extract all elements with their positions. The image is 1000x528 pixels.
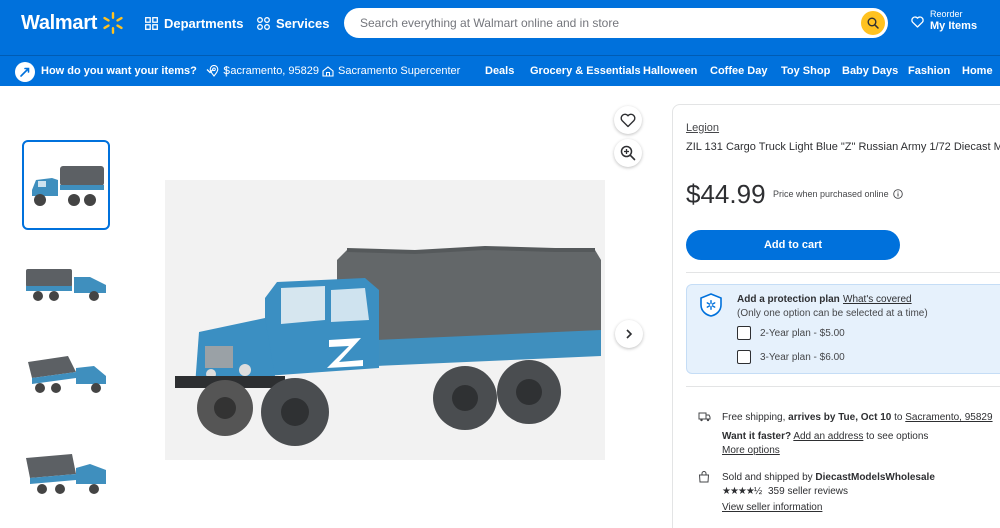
- protection-plan-subtitle: (Only one option can be selected at a ti…: [737, 308, 928, 319]
- plan-label: 2-Year plan - $5.00: [760, 327, 845, 339]
- want-it-faster-label: Want it faster?: [722, 431, 792, 442]
- free-shipping-text: Free shipping,: [722, 412, 786, 423]
- add-address-link[interactable]: Add an address: [793, 431, 863, 442]
- store-icon: [322, 65, 334, 77]
- search-input[interactable]: [360, 14, 840, 32]
- search-icon: [867, 17, 879, 29]
- thumbnail-1[interactable]: [22, 140, 110, 230]
- truck-icon: [698, 412, 711, 422]
- heart-icon: [911, 16, 924, 28]
- seller-info: Sold and shipped by DiecastModelsWholesa…: [722, 472, 935, 483]
- logo-text: Walmart: [21, 11, 98, 34]
- seller-name: DiecastModelsWholesale: [815, 472, 935, 483]
- grid-icon: [145, 17, 158, 30]
- checkbox[interactable]: [737, 350, 751, 364]
- faster-options: Want it faster? Add an address to see op…: [722, 431, 928, 442]
- services-label: Services: [276, 16, 330, 31]
- faster-suffix: to see options: [866, 431, 929, 442]
- search-bar: [344, 8, 888, 38]
- info-icon[interactable]: [892, 189, 903, 199]
- brand-link[interactable]: Legion: [686, 122, 719, 134]
- departments-button[interactable]: Departments: [145, 16, 243, 31]
- arrival-date: arrives by Tue, Oct 10: [788, 412, 892, 423]
- search-button[interactable]: [861, 11, 885, 35]
- my-items-label: My Items: [930, 20, 978, 32]
- divider: [686, 386, 1000, 387]
- delivery-prompt-text: How do you want your items?: [41, 65, 197, 77]
- store-selector[interactable]: Sacramento Supercenter: [322, 65, 460, 77]
- add-to-cart-button[interactable]: Add to cart: [686, 230, 900, 260]
- zoom-button[interactable]: [614, 139, 642, 167]
- services-icon: [257, 17, 270, 30]
- nav-link-deals[interactable]: Deals: [485, 65, 514, 77]
- delivery-icon: [15, 62, 35, 82]
- truck-rear-thumbnail-image: [28, 356, 106, 393]
- seller-reviews-count[interactable]: 359 seller reviews: [768, 486, 848, 497]
- product-title: ZIL 131 Cargo Truck Light Blue "Z" Russi…: [686, 141, 1000, 153]
- price-note-text: Price when purchased online: [773, 189, 889, 199]
- next-image-button[interactable]: [615, 320, 643, 348]
- shipping-info: Free shipping, arrives by Tue, Oct 10 to…: [722, 412, 993, 423]
- delivery-prompt[interactable]: How do you want your items? |: [41, 65, 228, 77]
- store-text: Sacramento Supercenter: [338, 65, 461, 77]
- nav-link-baby-days[interactable]: Baby Days: [842, 65, 898, 77]
- location-pin-icon: [209, 65, 219, 77]
- store-bag-icon: [698, 471, 710, 483]
- to-text: to: [894, 412, 903, 423]
- truck-angle-thumbnail-image: [26, 454, 106, 494]
- nav-link-home[interactable]: Home: [962, 65, 993, 77]
- whats-covered-link[interactable]: What's covered: [843, 294, 912, 305]
- price-note: Price when purchased online: [773, 189, 903, 199]
- thumbnail-4[interactable]: [22, 428, 110, 518]
- services-button[interactable]: Services: [257, 16, 330, 31]
- nav-link-coffee-day[interactable]: Coffee Day: [710, 65, 767, 77]
- divider: [686, 272, 1000, 273]
- plan-option-3-year[interactable]: 3-Year plan - $6.00: [737, 350, 845, 364]
- favorite-button[interactable]: [614, 106, 642, 134]
- plan-label: 3-Year plan - $6.00: [760, 351, 845, 363]
- heart-icon: [620, 113, 636, 127]
- checkbox[interactable]: [737, 326, 751, 340]
- thumbnail-3[interactable]: [22, 330, 110, 420]
- delivery-nav-bar: How do you want your items? | Sacramento…: [0, 55, 1000, 86]
- main-product-image: [165, 180, 605, 460]
- nav-link-fashion[interactable]: Fashion: [908, 65, 950, 77]
- chevron-right-icon: [626, 329, 633, 339]
- thumbnail-2[interactable]: [22, 238, 110, 328]
- product-price: $44.99: [686, 179, 766, 209]
- shield-icon: [700, 293, 722, 317]
- nav-link-toy-shop[interactable]: Toy Shop: [781, 65, 830, 77]
- sold-by-text: Sold and shipped by: [722, 472, 813, 483]
- truck-thumbnail-image: [32, 166, 104, 206]
- shipping-location-link[interactable]: Sacramento, 95829: [905, 412, 992, 423]
- truck-side-thumbnail-image: [26, 269, 106, 301]
- more-options-link[interactable]: More options: [722, 445, 780, 456]
- walmart-logo[interactable]: Walmart: [21, 11, 125, 35]
- spark-icon: [103, 12, 123, 34]
- nav-link-grocery[interactable]: Grocery & Essentials: [530, 65, 641, 77]
- location-selector[interactable]: Sacramento, 95829: [209, 65, 319, 77]
- nav-link-halloween[interactable]: Halloween: [643, 65, 697, 77]
- location-text: Sacramento, 95829: [223, 65, 320, 77]
- protection-plan-title: Add a protection plan: [737, 294, 840, 305]
- view-seller-link[interactable]: View seller information: [722, 502, 822, 513]
- reorder-label: Reorder: [930, 9, 963, 19]
- seller-rating: ★★★★½ 359 seller reviews: [722, 486, 848, 497]
- departments-label: Departments: [164, 16, 244, 31]
- zoom-in-icon: [620, 145, 636, 161]
- top-header: Walmart Departments Services Search ever…: [0, 0, 1000, 55]
- plan-option-2-year[interactable]: 2-Year plan - $5.00: [737, 326, 845, 340]
- reorder-my-items[interactable]: Reorder My Items: [911, 9, 977, 32]
- rating-stars: ★★★★½: [722, 486, 762, 497]
